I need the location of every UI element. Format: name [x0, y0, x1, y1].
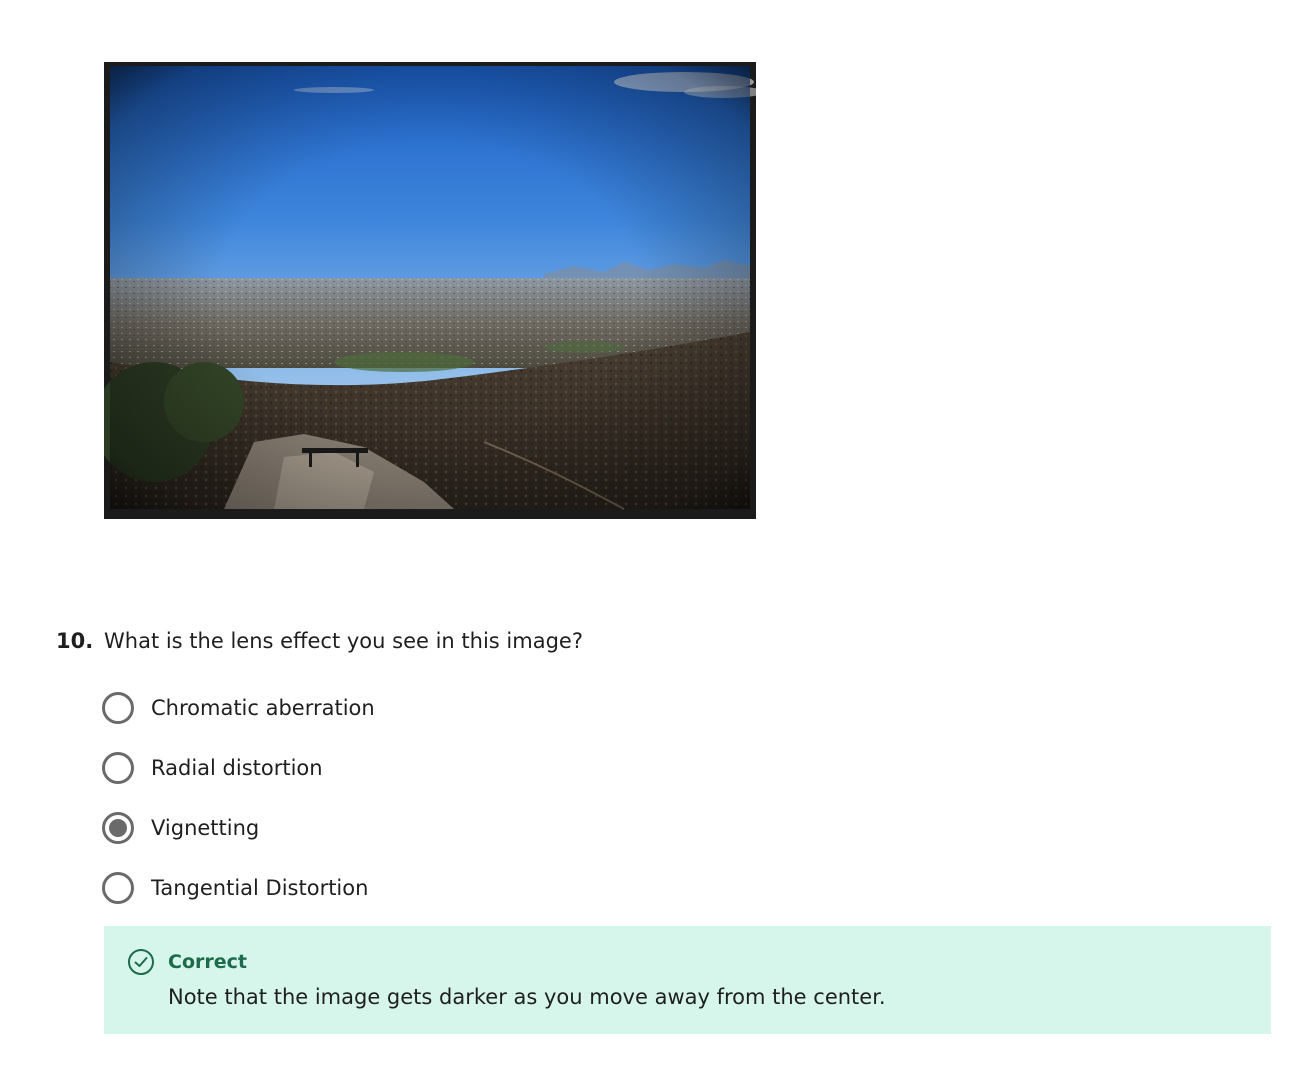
radio-button-selected[interactable] [102, 812, 134, 844]
landscape-photo [104, 66, 756, 510]
feedback-panel: Correct Note that the image gets darker … [104, 926, 1271, 1034]
option-radial-distortion[interactable]: Radial distortion [102, 748, 702, 788]
option-label: Radial distortion [151, 756, 323, 780]
option-chromatic-aberration[interactable]: Chromatic aberration [102, 688, 702, 728]
radio-button[interactable] [102, 752, 134, 784]
answer-options: Chromatic aberration Radial distortion V… [102, 688, 702, 928]
option-vignetting[interactable]: Vignetting [102, 808, 702, 848]
check-circle-icon [128, 949, 154, 975]
quiz-page: 10. What is the lens effect you see in t… [0, 0, 1306, 1074]
feedback-title: Correct [168, 951, 247, 973]
feedback-text: Note that the image gets darker as you m… [168, 985, 886, 1009]
radio-button[interactable] [102, 872, 134, 904]
option-tangential-distortion[interactable]: Tangential Distortion [102, 868, 702, 908]
question-image [104, 62, 756, 519]
question: 10. What is the lens effect you see in t… [56, 624, 583, 658]
question-number: 10. [56, 629, 94, 653]
option-label: Vignetting [151, 816, 260, 840]
question-text: What is the lens effect you see in this … [104, 629, 583, 653]
radio-button[interactable] [102, 692, 134, 724]
option-label: Chromatic aberration [151, 696, 375, 720]
option-label: Tangential Distortion [151, 876, 369, 900]
